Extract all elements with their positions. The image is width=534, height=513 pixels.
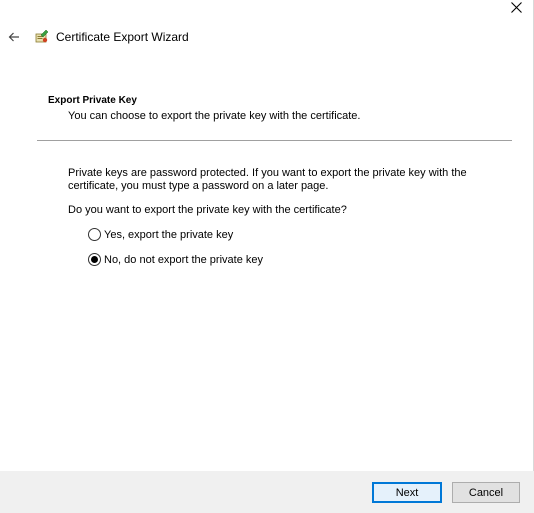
close-icon — [510, 1, 522, 13]
radio-no-label: No, do not export the private key — [104, 253, 263, 266]
section-title: Export Private Key — [48, 95, 137, 106]
wizard-header: Certificate Export Wizard — [0, 24, 534, 50]
wizard-window: Certificate Export Wizard Export Private… — [0, 0, 534, 513]
info-text: Private keys are password protected. If … — [68, 167, 467, 192]
back-arrow-icon — [8, 32, 19, 42]
radio-no[interactable] — [88, 253, 101, 266]
header-divider — [37, 140, 512, 141]
section-description: You can choose to export the private key… — [68, 110, 361, 122]
close-button[interactable] — [507, 0, 525, 14]
cancel-button[interactable]: Cancel — [452, 482, 520, 503]
window-title: Certificate Export Wizard — [56, 30, 189, 44]
radio-selected-dot — [91, 256, 98, 263]
radio-yes[interactable] — [88, 228, 101, 241]
export-question: Do you want to export the private key wi… — [68, 204, 347, 216]
option-yes-export[interactable]: Yes, export the private key — [88, 228, 233, 241]
radio-yes-label: Yes, export the private key — [104, 228, 234, 241]
option-no-export[interactable]: No, do not export the private key — [88, 253, 263, 266]
certificate-wizard-icon — [34, 29, 50, 45]
next-button[interactable]: Next — [372, 482, 442, 503]
back-button[interactable] — [6, 29, 22, 45]
